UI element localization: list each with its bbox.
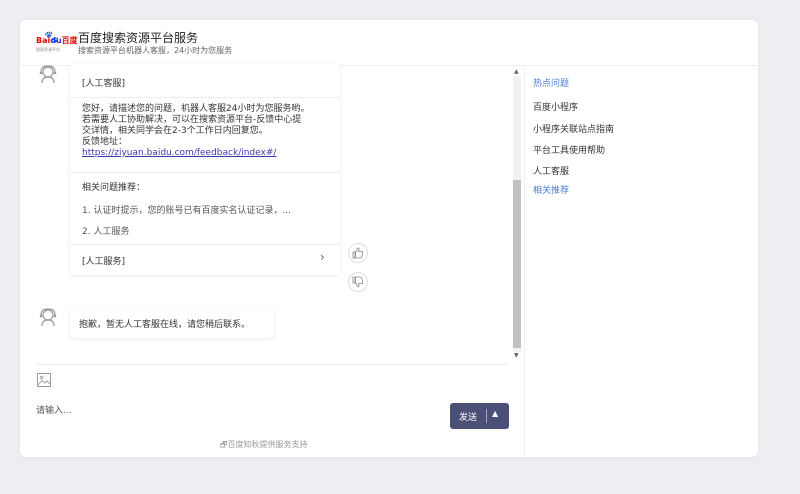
scroll-thumb[interactable] <box>513 180 521 348</box>
image-upload-icon[interactable] <box>36 372 52 388</box>
sidebar-related-link[interactable]: 相关推荐 <box>533 183 569 196</box>
logo-text-blue: du <box>50 36 62 45</box>
divider <box>70 244 340 245</box>
baidu-logo: 🐾 Baidu百度 搜索资源平台 <box>36 31 78 55</box>
thumbs-up-icon[interactable] <box>348 243 368 263</box>
edit-icon: 🗗 <box>220 440 228 449</box>
chat-window: 🐾 Baidu百度 搜索资源平台 百度搜索资源平台服务 搜索资源平台机器人客服，… <box>20 20 758 457</box>
bot-message-card: [人工客服] 您好，请描述您的问题，机器人客服24小时为您服务哟。 若需要人工协… <box>70 64 340 275</box>
body-line: 交详情，相关同学会在2-3个工作日内回复您。 <box>82 126 268 136</box>
header: 🐾 Baidu百度 搜索资源平台 百度搜索资源平台服务 搜索资源平台机器人客服，… <box>20 20 758 66</box>
message-input[interactable]: 请输入... <box>36 403 72 416</box>
page-subtitle: 搜索资源平台机器人客服，24小时为您服务 <box>78 46 233 55</box>
chat-area: [人工客服] 您好，请描述您的问题，机器人客服24小时为您服务哟。 若需要人工协… <box>20 64 525 457</box>
bot-reply-message: 抱歉，暂无人工客服在线，请您稍后联系。 <box>70 308 274 338</box>
related-question-item[interactable]: 2. 人工服务 <box>82 224 129 237</box>
feedback-link[interactable]: https://ziyuan.baidu.com/feedback/index#… <box>82 148 332 159</box>
scroll-up-arrow-icon[interactable]: ▲ <box>514 68 519 75</box>
divider <box>70 172 340 173</box>
chevron-right-icon[interactable]: › <box>320 250 325 264</box>
sidebar-item-site-guide[interactable]: 小程序关联站点指南 <box>533 122 614 135</box>
logo-text-red: Bai <box>36 36 51 45</box>
card-body: 您好，请描述您的问题，机器人客服24小时为您服务哟。 若需要人工协助解决，可以在… <box>82 104 332 159</box>
logo-text-tail: 百度 <box>61 36 78 45</box>
sidebar-item-mini-program[interactable]: 百度小程序 <box>533 100 578 113</box>
bot-avatar-icon <box>38 64 58 84</box>
page-title: 百度搜索资源平台服务 <box>78 31 199 45</box>
scroll-down-arrow-icon[interactable]: ▼ <box>514 352 519 359</box>
powered-by-text: 🗗百度知秋提供服务支持 <box>220 439 308 453</box>
body-line: 您好，请描述您的问题，机器人客服24小时为您服务哟。 <box>82 104 310 114</box>
sidebar-item-human-service[interactable]: 人工客服 <box>533 164 569 177</box>
send-button[interactable]: 发送 ▲ <box>450 403 509 429</box>
caret-up-icon[interactable]: ▲ <box>492 409 498 418</box>
send-button-divider <box>486 409 487 423</box>
sidebar: 热点问题 百度小程序 小程序关联站点指南 平台工具使用帮助 人工客服 相关推荐 <box>525 66 758 457</box>
thumbs-down-icon[interactable] <box>348 272 368 292</box>
logo-subtext: 搜索资源平台 <box>36 47 60 52</box>
related-question-item[interactable]: 1. 认证时提示，您的账号已有百度实名认证记录，... <box>82 203 291 216</box>
input-divider <box>36 364 508 365</box>
body-line: 反馈地址： <box>82 137 128 147</box>
human-service-link[interactable]: [人工服务] <box>82 254 125 267</box>
chat-scrollbar[interactable]: ▲ ▼ <box>512 66 522 362</box>
powered-by-label: 百度知秋提供服务支持 <box>227 440 308 449</box>
reply-text: 抱歉，暂无人工客服在线，请您稍后联系。 <box>79 320 251 330</box>
sidebar-item-tools-help[interactable]: 平台工具使用帮助 <box>533 143 605 156</box>
bot-avatar-icon <box>38 307 58 327</box>
send-button-label: 发送 <box>459 413 478 423</box>
body-line: 若需要人工协助解决，可以在搜索资源平台-反馈中心提 <box>82 115 302 125</box>
card-header: [人工客服] <box>70 64 340 98</box>
sidebar-title: 热点问题 <box>533 79 570 89</box>
card-header-text: [人工客服] <box>82 79 126 89</box>
related-title: 相关问题推荐： <box>82 183 146 193</box>
